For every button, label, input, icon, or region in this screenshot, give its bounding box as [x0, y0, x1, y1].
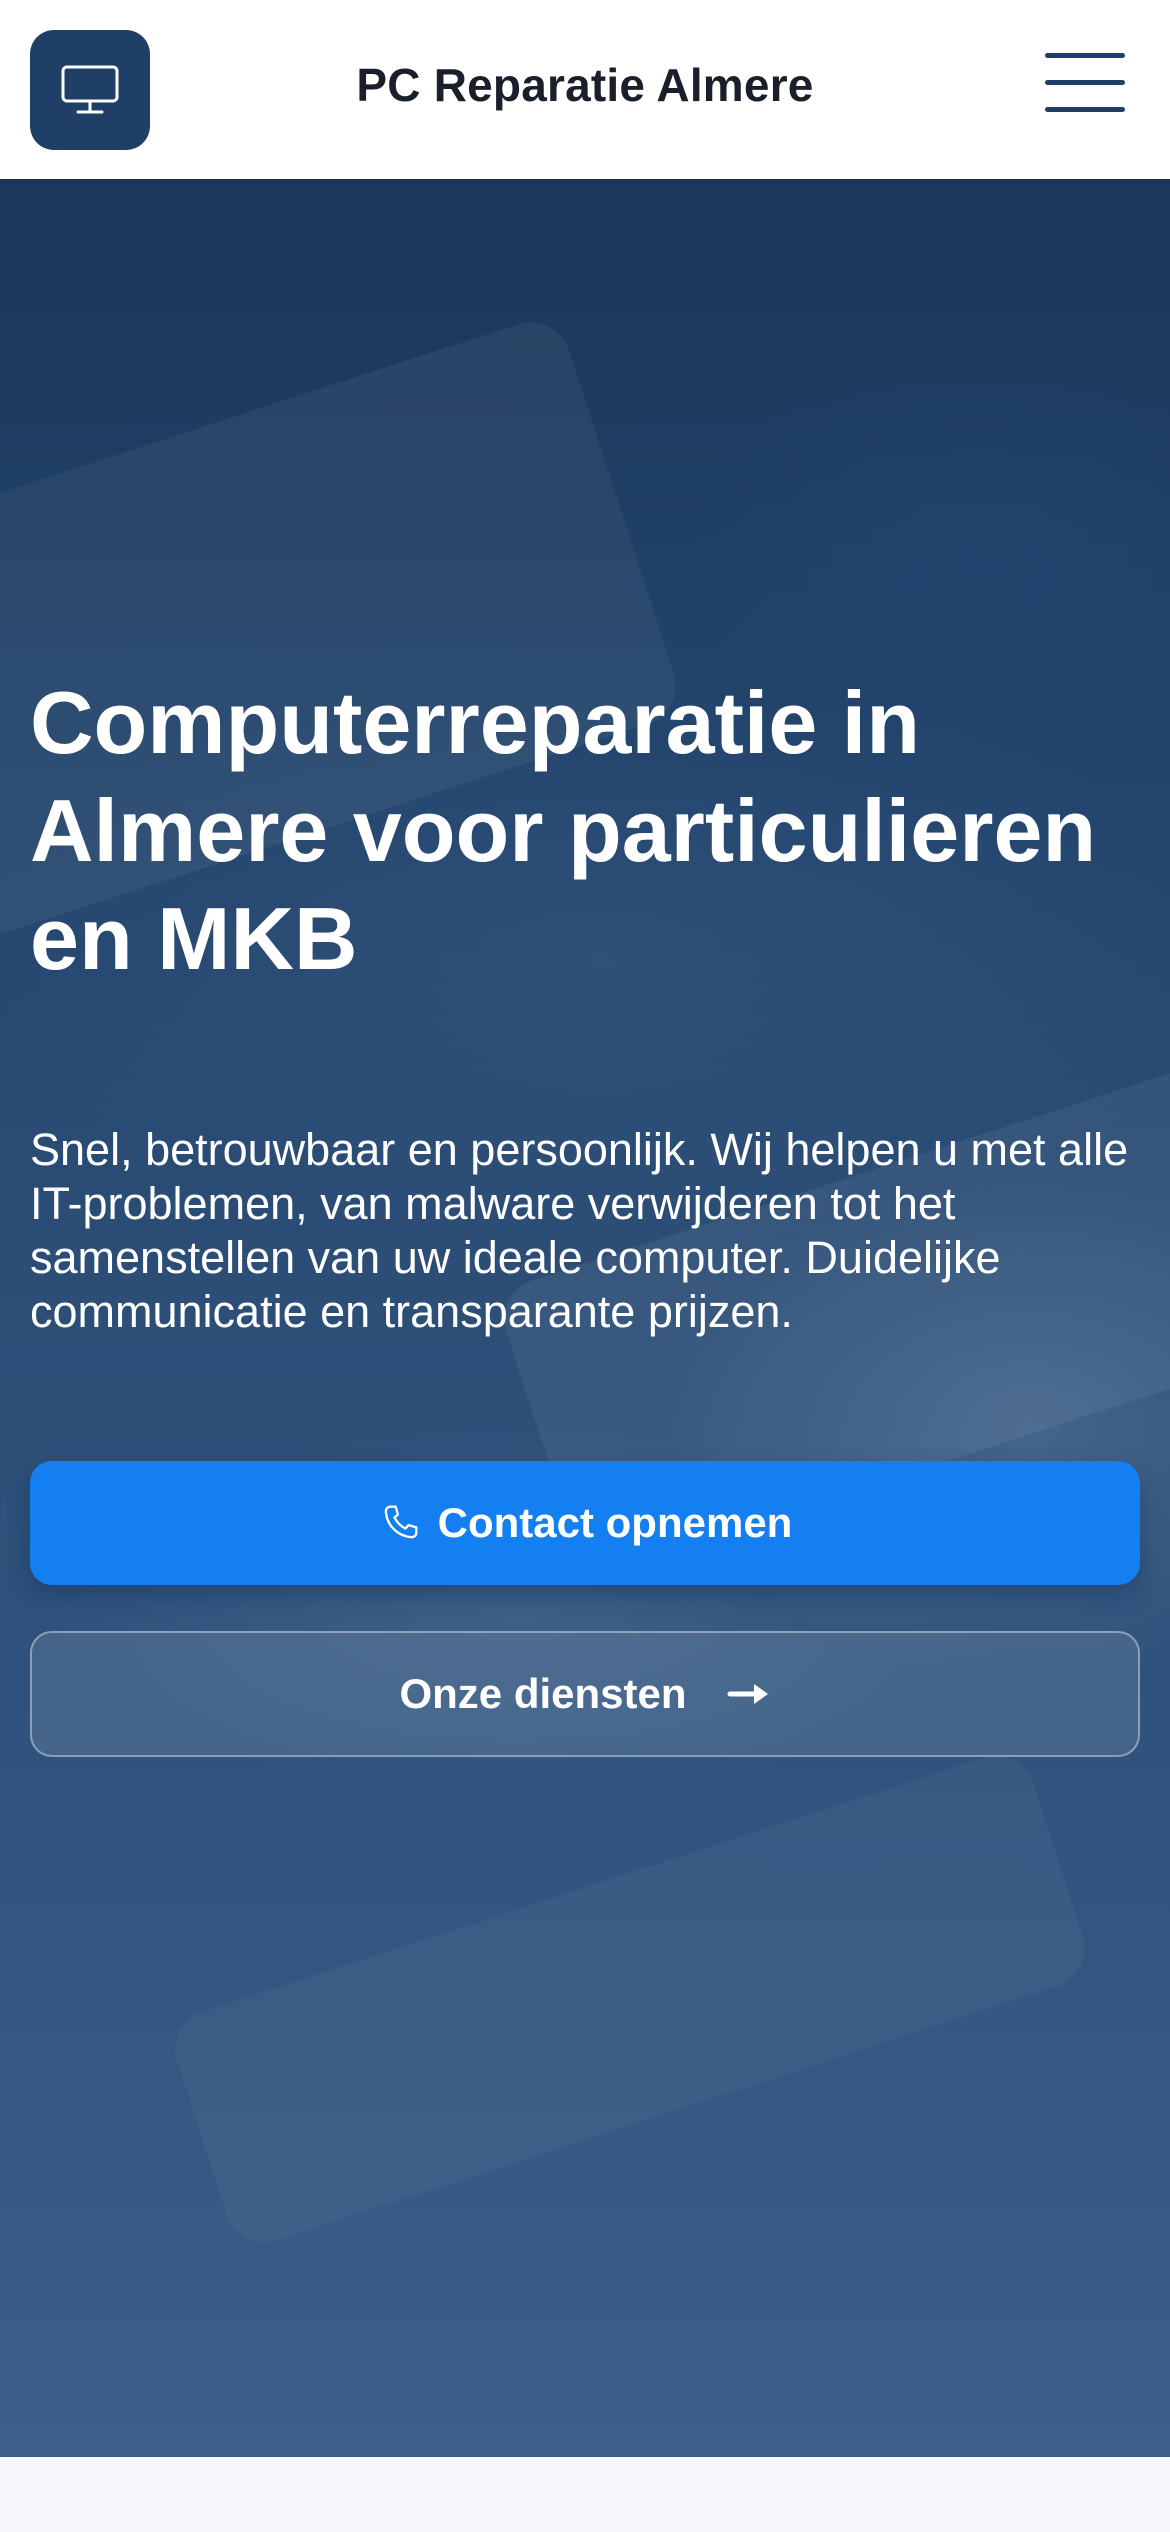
site-header: PC Reparatie Almere	[0, 0, 1170, 179]
services-button-label: Onze diensten	[399, 1670, 687, 1717]
hero-section: Computerreparatie in Almere voor particu…	[0, 179, 1170, 2457]
hero-description: Snel, betrouwbaar en persoonlijk. Wij he…	[30, 1124, 1129, 1337]
hero-title: Computerreparatie in Almere voor particu…	[30, 673, 1097, 988]
hamburger-menu-icon	[1045, 80, 1125, 85]
services-button[interactable]: Onze diensten	[30, 1631, 1140, 1757]
contact-button-label: Contact opnemen	[437, 1499, 793, 1546]
contact-button[interactable]: Contact opnemen	[30, 1461, 1140, 1585]
next-section	[0, 2457, 1170, 2532]
site-title: PC Reparatie Almere	[356, 59, 814, 111]
hero-background-image	[164, 1745, 1096, 2253]
menu-button[interactable]	[1040, 48, 1130, 118]
hamburger-menu-icon	[1045, 107, 1125, 112]
phone-icon	[378, 1500, 424, 1546]
arrow-right-icon	[727, 1679, 771, 1709]
hamburger-menu-icon	[1045, 53, 1125, 58]
